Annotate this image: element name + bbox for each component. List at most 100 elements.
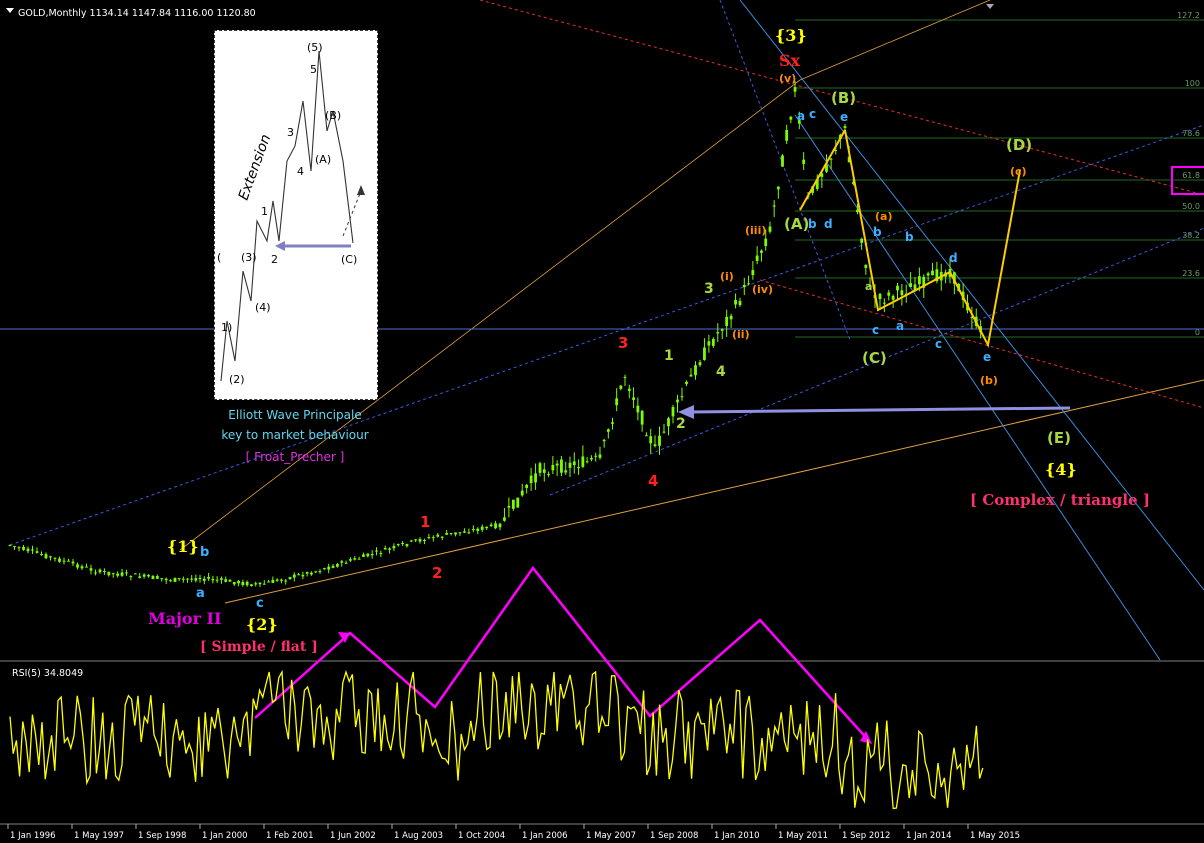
candle-body bbox=[542, 469, 546, 473]
candle-body bbox=[211, 578, 215, 581]
candle-body bbox=[594, 455, 598, 457]
candle-body bbox=[694, 365, 697, 376]
candle-body bbox=[602, 439, 606, 442]
fib-level-label: 50.0 bbox=[1182, 202, 1200, 211]
fib-level-label: 100 bbox=[1185, 79, 1200, 88]
candle-body bbox=[454, 532, 457, 535]
candle-body bbox=[931, 270, 934, 276]
svg-text:(iii): (iii) bbox=[745, 224, 766, 237]
svg-text:(C): (C) bbox=[341, 253, 357, 266]
candle-body bbox=[284, 580, 288, 582]
candle-body bbox=[572, 461, 576, 466]
candle-body bbox=[856, 209, 859, 213]
candle-body bbox=[151, 575, 155, 580]
candle-body bbox=[525, 484, 529, 488]
candle-body bbox=[53, 557, 57, 559]
candle-body bbox=[755, 255, 759, 261]
candle-body bbox=[267, 581, 270, 583]
candle-body bbox=[843, 126, 847, 128]
candle-body bbox=[431, 537, 435, 539]
candle-body bbox=[698, 362, 702, 366]
inset-caption-title: Elliott Wave Principale bbox=[228, 408, 362, 422]
rsi-header: RSI(5) 34.8049 bbox=[12, 668, 83, 679]
svg-text:e: e bbox=[840, 110, 848, 124]
svg-text:3: 3 bbox=[704, 281, 714, 297]
candle-body bbox=[62, 560, 66, 562]
candle-body bbox=[742, 284, 746, 288]
candle-body bbox=[640, 410, 644, 425]
candle-body bbox=[362, 554, 365, 557]
candle-body bbox=[760, 250, 763, 253]
candle-body bbox=[250, 584, 253, 586]
symbol-header: GOLD,Monthly 1134.14 1147.84 1116.00 112… bbox=[18, 8, 256, 19]
svg-text:b: b bbox=[808, 217, 817, 231]
chart-canvas[interactable]: GOLD,Monthly 1134.14 1147.84 1116.00 112… bbox=[0, 0, 1204, 843]
svg-text:(i): (i) bbox=[720, 270, 734, 283]
candle-body bbox=[764, 238, 768, 246]
candle-body bbox=[568, 462, 572, 468]
candle-body bbox=[611, 422, 614, 424]
candle-body bbox=[237, 580, 240, 584]
candle-body bbox=[396, 544, 400, 546]
candle-body bbox=[516, 497, 520, 508]
candle-body bbox=[107, 571, 111, 576]
candle-body bbox=[414, 539, 418, 541]
candle-body bbox=[181, 578, 185, 580]
candle-body bbox=[318, 571, 322, 573]
candle-body bbox=[887, 292, 891, 296]
candle-body bbox=[202, 578, 206, 581]
candle-body bbox=[71, 561, 75, 564]
candle-body bbox=[22, 546, 25, 550]
candle-body bbox=[245, 581, 249, 586]
svg-text:e: e bbox=[983, 350, 991, 364]
svg-text:4: 4 bbox=[716, 364, 726, 380]
candle-body bbox=[111, 573, 115, 575]
candle-body bbox=[498, 523, 502, 528]
x-axis-label: 1 Sep 2012 bbox=[842, 831, 890, 841]
candle-body bbox=[649, 436, 653, 444]
svg-text:[ Complex / triangle ]: [ Complex / triangle ] bbox=[970, 491, 1150, 509]
candle-body bbox=[520, 490, 524, 496]
candle-body bbox=[606, 429, 610, 432]
candle-body bbox=[619, 385, 623, 389]
candle-body bbox=[555, 463, 559, 466]
candle-body bbox=[480, 526, 484, 530]
candle-body bbox=[551, 464, 555, 471]
candle-body bbox=[891, 295, 895, 300]
svg-text:(4): (4) bbox=[255, 301, 271, 314]
candle-body bbox=[31, 549, 34, 551]
candle-body bbox=[280, 579, 283, 581]
candle-body bbox=[301, 574, 305, 577]
candle-body bbox=[671, 407, 675, 417]
fib-level-label: 127.2 bbox=[1177, 11, 1200, 20]
candle-body bbox=[751, 270, 755, 275]
candle-body bbox=[314, 571, 318, 573]
svg-text:a: a bbox=[196, 586, 205, 601]
candle-body bbox=[680, 396, 684, 398]
candle-body bbox=[896, 285, 899, 291]
candle-body bbox=[13, 546, 16, 548]
candle-body bbox=[125, 572, 128, 574]
svg-text:2: 2 bbox=[271, 253, 278, 266]
candle-body bbox=[703, 347, 706, 360]
candle-body bbox=[335, 564, 339, 567]
svg-text:(B): (B) bbox=[325, 109, 341, 122]
candle-body bbox=[864, 264, 868, 268]
candle-body bbox=[76, 564, 79, 568]
candle-body bbox=[658, 435, 661, 446]
x-axis-label: 1 Jan 1996 bbox=[10, 831, 56, 841]
x-axis-label: 1 Jan 2014 bbox=[906, 831, 952, 841]
candle-body bbox=[534, 473, 537, 483]
candle-body bbox=[207, 576, 210, 579]
candle-body bbox=[720, 329, 724, 331]
svg-text:(3): (3) bbox=[241, 251, 257, 264]
candle-body bbox=[40, 554, 43, 556]
x-axis-label: 1 Feb 2001 bbox=[266, 831, 314, 841]
candle-body bbox=[577, 467, 580, 469]
candle-body bbox=[254, 583, 258, 585]
candle-body bbox=[232, 582, 236, 585]
candle-body bbox=[80, 566, 84, 569]
candle-body bbox=[471, 529, 475, 531]
candle-body bbox=[878, 293, 882, 300]
candle-body bbox=[340, 561, 344, 563]
